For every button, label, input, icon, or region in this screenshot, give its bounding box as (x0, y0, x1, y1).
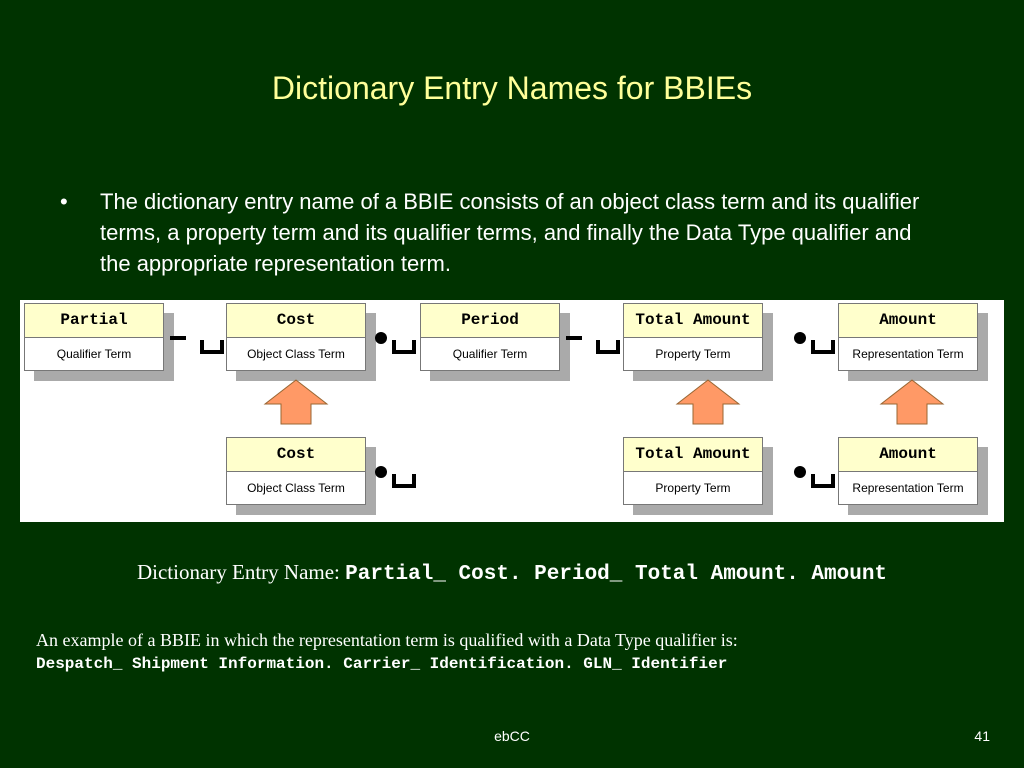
box-kind: Object Class Term (247, 347, 345, 361)
box-term: Amount (839, 438, 977, 472)
example-block: An example of a BBIE in which the repres… (36, 628, 996, 676)
bullet-text: The dictionary entry name of a BBIE cons… (100, 189, 920, 276)
dot-separator-icon (794, 466, 835, 488)
box-term: Amount (839, 304, 977, 338)
box-total-amount-property: Total Amount Property Term (623, 303, 773, 381)
box-kind: Qualifier Term (452, 347, 528, 361)
dot-separator-icon (794, 332, 835, 354)
box-kind: Representation Term (852, 481, 964, 495)
box-term: Total Amount (624, 304, 762, 338)
up-arrow-icon (675, 379, 741, 425)
box-total-amount-property-bottom: Total Amount Property Term (623, 437, 773, 515)
dot-separator-icon (375, 332, 416, 354)
box-cost-object-class: Cost Object Class Term (226, 303, 376, 381)
box-kind: Property Term (655, 481, 731, 495)
dictionary-entry-name: Dictionary Entry Name: Partial_ Cost. Pe… (0, 560, 1024, 586)
example-text: An example of a BBIE in which the repres… (36, 630, 738, 650)
box-term: Period (421, 304, 559, 338)
box-amount-representation-bottom: Amount Representation Term (838, 437, 988, 515)
footer-label: ebCC (494, 728, 530, 744)
box-cost-object-class-bottom: Cost Object Class Term (226, 437, 376, 515)
box-term: Cost (227, 438, 365, 472)
box-term: Cost (227, 304, 365, 338)
box-amount-representation: Amount Representation Term (838, 303, 988, 381)
box-partial-qualifier: Partial Qualifier Term (24, 303, 174, 381)
box-period-qualifier: Period Qualifier Term (420, 303, 570, 381)
box-kind: Object Class Term (247, 481, 345, 495)
box-kind: Representation Term (852, 347, 964, 361)
box-kind: Property Term (655, 347, 731, 361)
dot-separator-icon (375, 466, 416, 488)
up-arrow-icon (879, 379, 945, 425)
bullet-symbol: • (60, 189, 68, 214)
example-value: Despatch_ Shipment Information. Carrier_… (36, 655, 728, 673)
up-arrow-icon (263, 379, 329, 425)
den-label: Dictionary Entry Name: (136, 560, 346, 584)
den-value: Partial_ Cost. Period_ Total Amount. Amo… (345, 563, 888, 586)
diagram-panel: Partial Qualifier Term Cost Object Class… (20, 300, 1004, 522)
underscore-separator-icon (170, 336, 224, 354)
bullet-point: • The dictionary entry name of a BBIE co… (60, 186, 940, 279)
box-term: Total Amount (624, 438, 762, 472)
box-kind: Qualifier Term (56, 347, 132, 361)
slide-title: Dictionary Entry Names for BBIEs (271, 70, 753, 106)
box-term: Partial (25, 304, 163, 338)
page-number: 41 (974, 728, 990, 744)
underscore-separator-icon (566, 336, 620, 354)
